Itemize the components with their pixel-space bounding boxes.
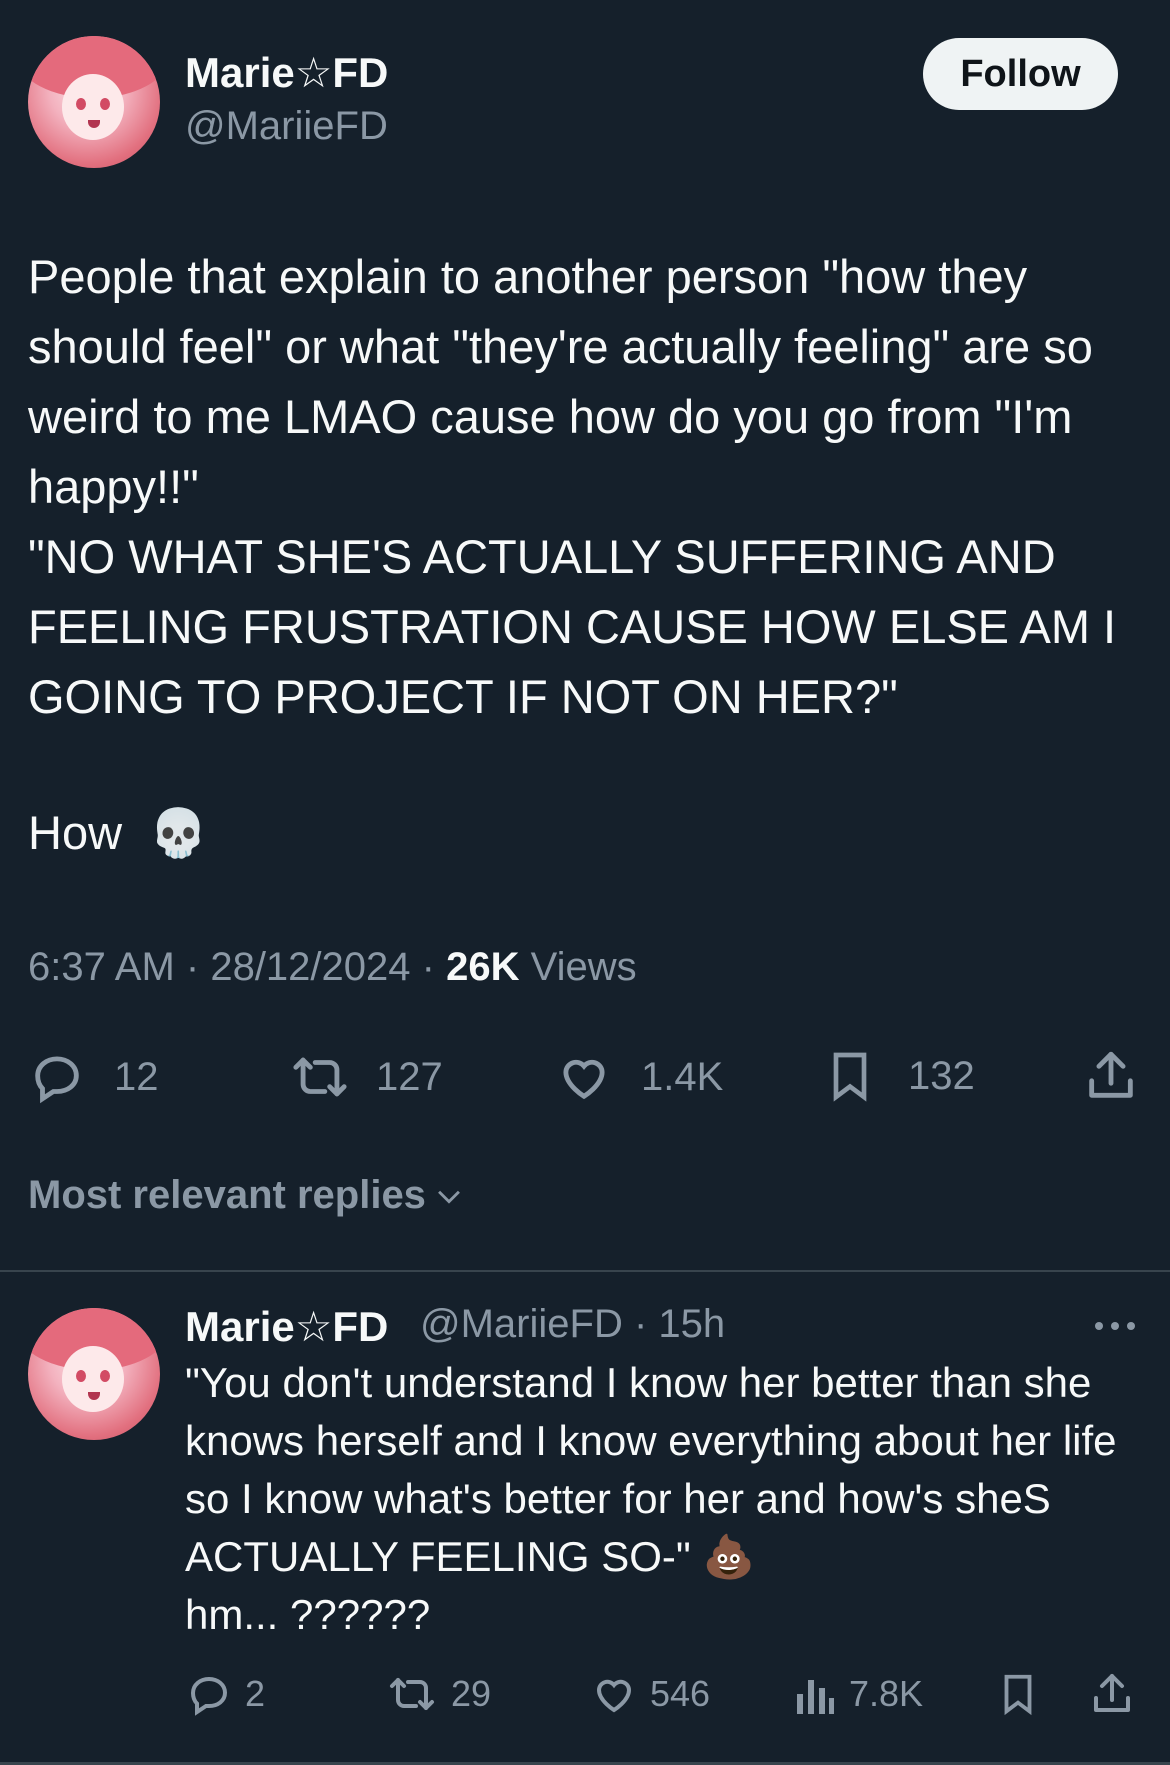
reply-share-button[interactable] (1088, 1668, 1136, 1720)
author-handle[interactable]: @MariieFD (185, 104, 388, 149)
views-icon (797, 1680, 834, 1714)
reply-header-meta: @MariieFD · 15h (420, 1302, 726, 1346)
replies-sort-label: Most relevant replies (28, 1173, 426, 1217)
reply-repost-count: 29 (451, 1673, 492, 1714)
chevron-down-icon (438, 1190, 460, 1204)
reply-like-count: 546 (650, 1673, 711, 1714)
author-avatar[interactable] (28, 36, 160, 168)
repost-button[interactable]: 127 (288, 1048, 443, 1106)
more-options-icon[interactable] (1092, 1316, 1138, 1336)
repost-icon (390, 1678, 434, 1710)
share-button[interactable] (1082, 1045, 1140, 1107)
repost-count: 127 (376, 1054, 443, 1099)
reply-author-name[interactable]: Marie☆FD (185, 1302, 388, 1351)
reply-author-handle[interactable]: @MariieFD (420, 1302, 623, 1346)
like-button[interactable]: 1.4K (555, 1048, 723, 1106)
divider (0, 1270, 1170, 1272)
reply-icon (190, 1676, 228, 1716)
views-count: 26K (446, 945, 520, 989)
tweet-time[interactable]: 6:37 AM (28, 945, 175, 989)
reply-reply-count: 2 (245, 1673, 266, 1714)
bookmark-count: 132 (908, 1053, 975, 1098)
tweet-last-line-text: How (28, 806, 123, 859)
replies-sort-dropdown[interactable]: Most relevant replies (28, 1173, 466, 1218)
reply-author-avatar[interactable] (28, 1308, 160, 1440)
reply-icon (35, 1056, 79, 1104)
tweet-meta: 6:37 AM · 28/12/2024 · 26K Views (28, 945, 637, 989)
reply-count: 12 (114, 1054, 159, 1099)
repost-icon (293, 1057, 347, 1097)
reply-bookmark-button[interactable] (995, 1668, 1041, 1720)
share-icon (1094, 1674, 1130, 1712)
skull-emoji: 💀 (149, 806, 208, 859)
views-label: Views (530, 945, 637, 989)
share-icon (1089, 1051, 1133, 1098)
like-count: 1.4K (641, 1054, 724, 1099)
reply-age[interactable]: 15h (658, 1302, 725, 1346)
reply-views-button[interactable]: 7.8K (795, 1670, 923, 1718)
follow-button[interactable]: Follow (923, 38, 1118, 110)
reply-repost-button[interactable]: 29 (385, 1670, 491, 1718)
tweet-text: People that explain to another person "h… (28, 250, 1117, 723)
reply-text: "You don't understand I know her better … (185, 1359, 1117, 1638)
tweet-last-line: How 💀 (28, 798, 208, 868)
heart-icon (563, 1059, 605, 1100)
heart-icon (596, 1679, 632, 1713)
reply-reply-button[interactable]: 2 (185, 1670, 265, 1718)
tweet-date[interactable]: 28/12/2024 (210, 945, 410, 989)
reply-button[interactable]: 12 (28, 1048, 159, 1106)
bookmark-icon (833, 1052, 867, 1102)
bookmark-icon (1004, 1674, 1032, 1716)
reply-views-count: 7.8K (849, 1673, 924, 1714)
reply-like-button[interactable]: 546 (590, 1670, 710, 1718)
bookmark-button[interactable]: 132 (822, 1045, 975, 1107)
author-name[interactable]: Marie☆FD (185, 48, 388, 97)
